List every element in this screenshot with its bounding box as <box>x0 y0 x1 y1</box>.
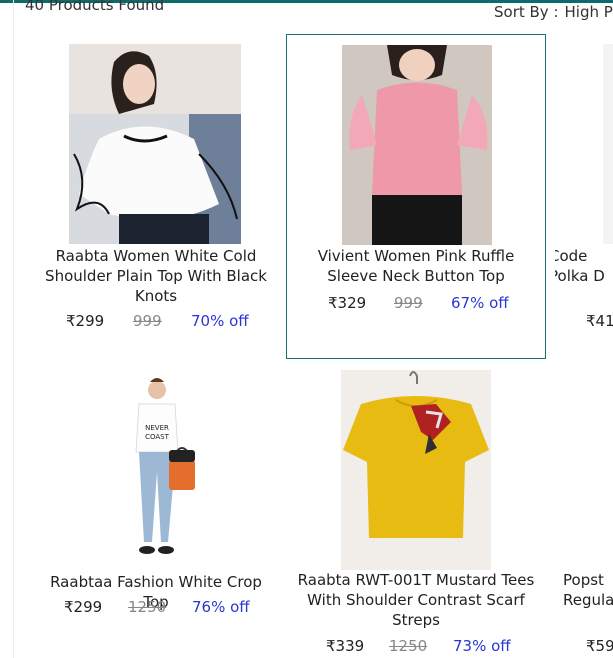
sale-price: ₹418 <box>586 312 613 330</box>
discount-text: 67% off <box>451 294 509 312</box>
product-card[interactable]: Popst Regula ₹59 <box>555 368 613 658</box>
product-card[interactable]: Vivient Women Pink Ruffle Sleeve Neck Bu… <box>286 34 546 359</box>
product-title[interactable]: Popst Regula <box>563 570 613 610</box>
product-title[interactable]: Raabta RWT-001T Mustard Tees With Should… <box>296 570 536 630</box>
product-image[interactable]: NEVER COAST <box>106 372 206 568</box>
product-card[interactable]: Code Polka D ₹418 <box>555 40 613 340</box>
product-image[interactable] <box>603 44 613 244</box>
discount-text: 76% off <box>192 598 250 616</box>
sale-price: ₹299 <box>66 312 105 330</box>
product-title[interactable]: Vivient Women Pink Ruffle Sleeve Neck Bu… <box>297 246 535 286</box>
product-image[interactable] <box>69 44 241 244</box>
original-price: 999 <box>133 312 162 330</box>
product-image[interactable] <box>342 45 492 245</box>
svg-text:NEVER: NEVER <box>145 424 169 432</box>
product-card[interactable]: Raabta Women White Cold Shoulder Plain T… <box>36 40 276 340</box>
sale-price: ₹329 <box>328 294 367 312</box>
sort-label: Sort By : <box>494 3 559 21</box>
discount-text: 73% off <box>453 637 511 655</box>
original-price: 999 <box>394 294 423 312</box>
sale-price: ₹59 <box>586 637 613 655</box>
original-price: 1250 <box>128 598 167 616</box>
sale-price: ₹299 <box>64 598 103 616</box>
svg-text:COAST: COAST <box>145 433 170 441</box>
product-title[interactable]: Raabta Women White Cold Shoulder Plain T… <box>42 246 270 306</box>
product-image[interactable] <box>341 370 491 570</box>
left-divider <box>13 0 14 658</box>
discount-text: 70% off <box>191 312 249 330</box>
sort-value[interactable]: High Pr <box>565 3 613 21</box>
product-card[interactable]: NEVER COAST Raabtaa Fashion White Crop T… <box>36 368 276 628</box>
sort-control[interactable]: Sort By : High Pr <box>494 3 613 21</box>
product-card[interactable]: Raabta RWT-001T Mustard Tees With Should… <box>286 368 546 658</box>
products-found-count: 40 Products Found <box>25 0 165 14</box>
original-price: 1250 <box>389 637 428 655</box>
sale-price: ₹339 <box>326 637 365 655</box>
product-title[interactable]: Code Polka D <box>555 246 613 286</box>
